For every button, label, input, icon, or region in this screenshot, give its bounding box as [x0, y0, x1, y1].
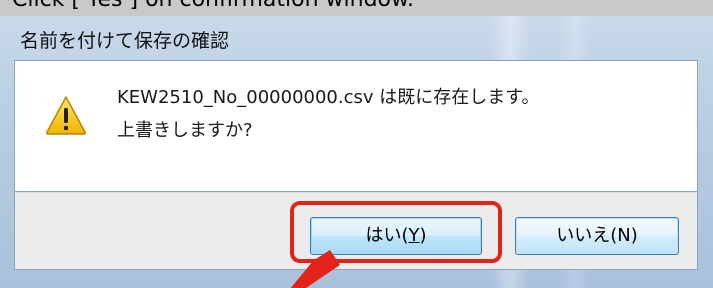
dialog-title: 名前を付けて保存の確認 — [20, 30, 230, 52]
yes-button-label-prefix: はい( — [365, 225, 409, 246]
no-button[interactable]: いいえ(N) — [515, 217, 679, 255]
instruction-text: Click [ Yes ] on confirmation window. — [12, 0, 414, 13]
message-line-question: 上書きしますか? — [117, 120, 253, 141]
instruction-bar: Click [ Yes ] on confirmation window. — [0, 0, 713, 16]
dialog-button-area: はい(Y) いいえ(N) — [14, 192, 698, 270]
yes-button[interactable]: はい(Y) — [310, 217, 482, 255]
confirm-save-dialog: 名前を付けて保存の確認 KEW2510_No_00000000.csv は既に存… — [0, 16, 713, 288]
no-button-label: いいえ(N) — [556, 225, 638, 246]
yes-button-mnemonic: Y — [408, 225, 420, 246]
title-bar[interactable]: 名前を付けて保存の確認 — [0, 16, 713, 60]
dialog-content: KEW2510_No_00000000.csv は既に存在します。 上書きします… — [14, 60, 698, 192]
message-line-filename: KEW2510_No_00000000.csv は既に存在します。 — [117, 87, 540, 108]
yes-button-label-suffix: ) — [419, 225, 427, 246]
warning-icon — [45, 96, 87, 135]
